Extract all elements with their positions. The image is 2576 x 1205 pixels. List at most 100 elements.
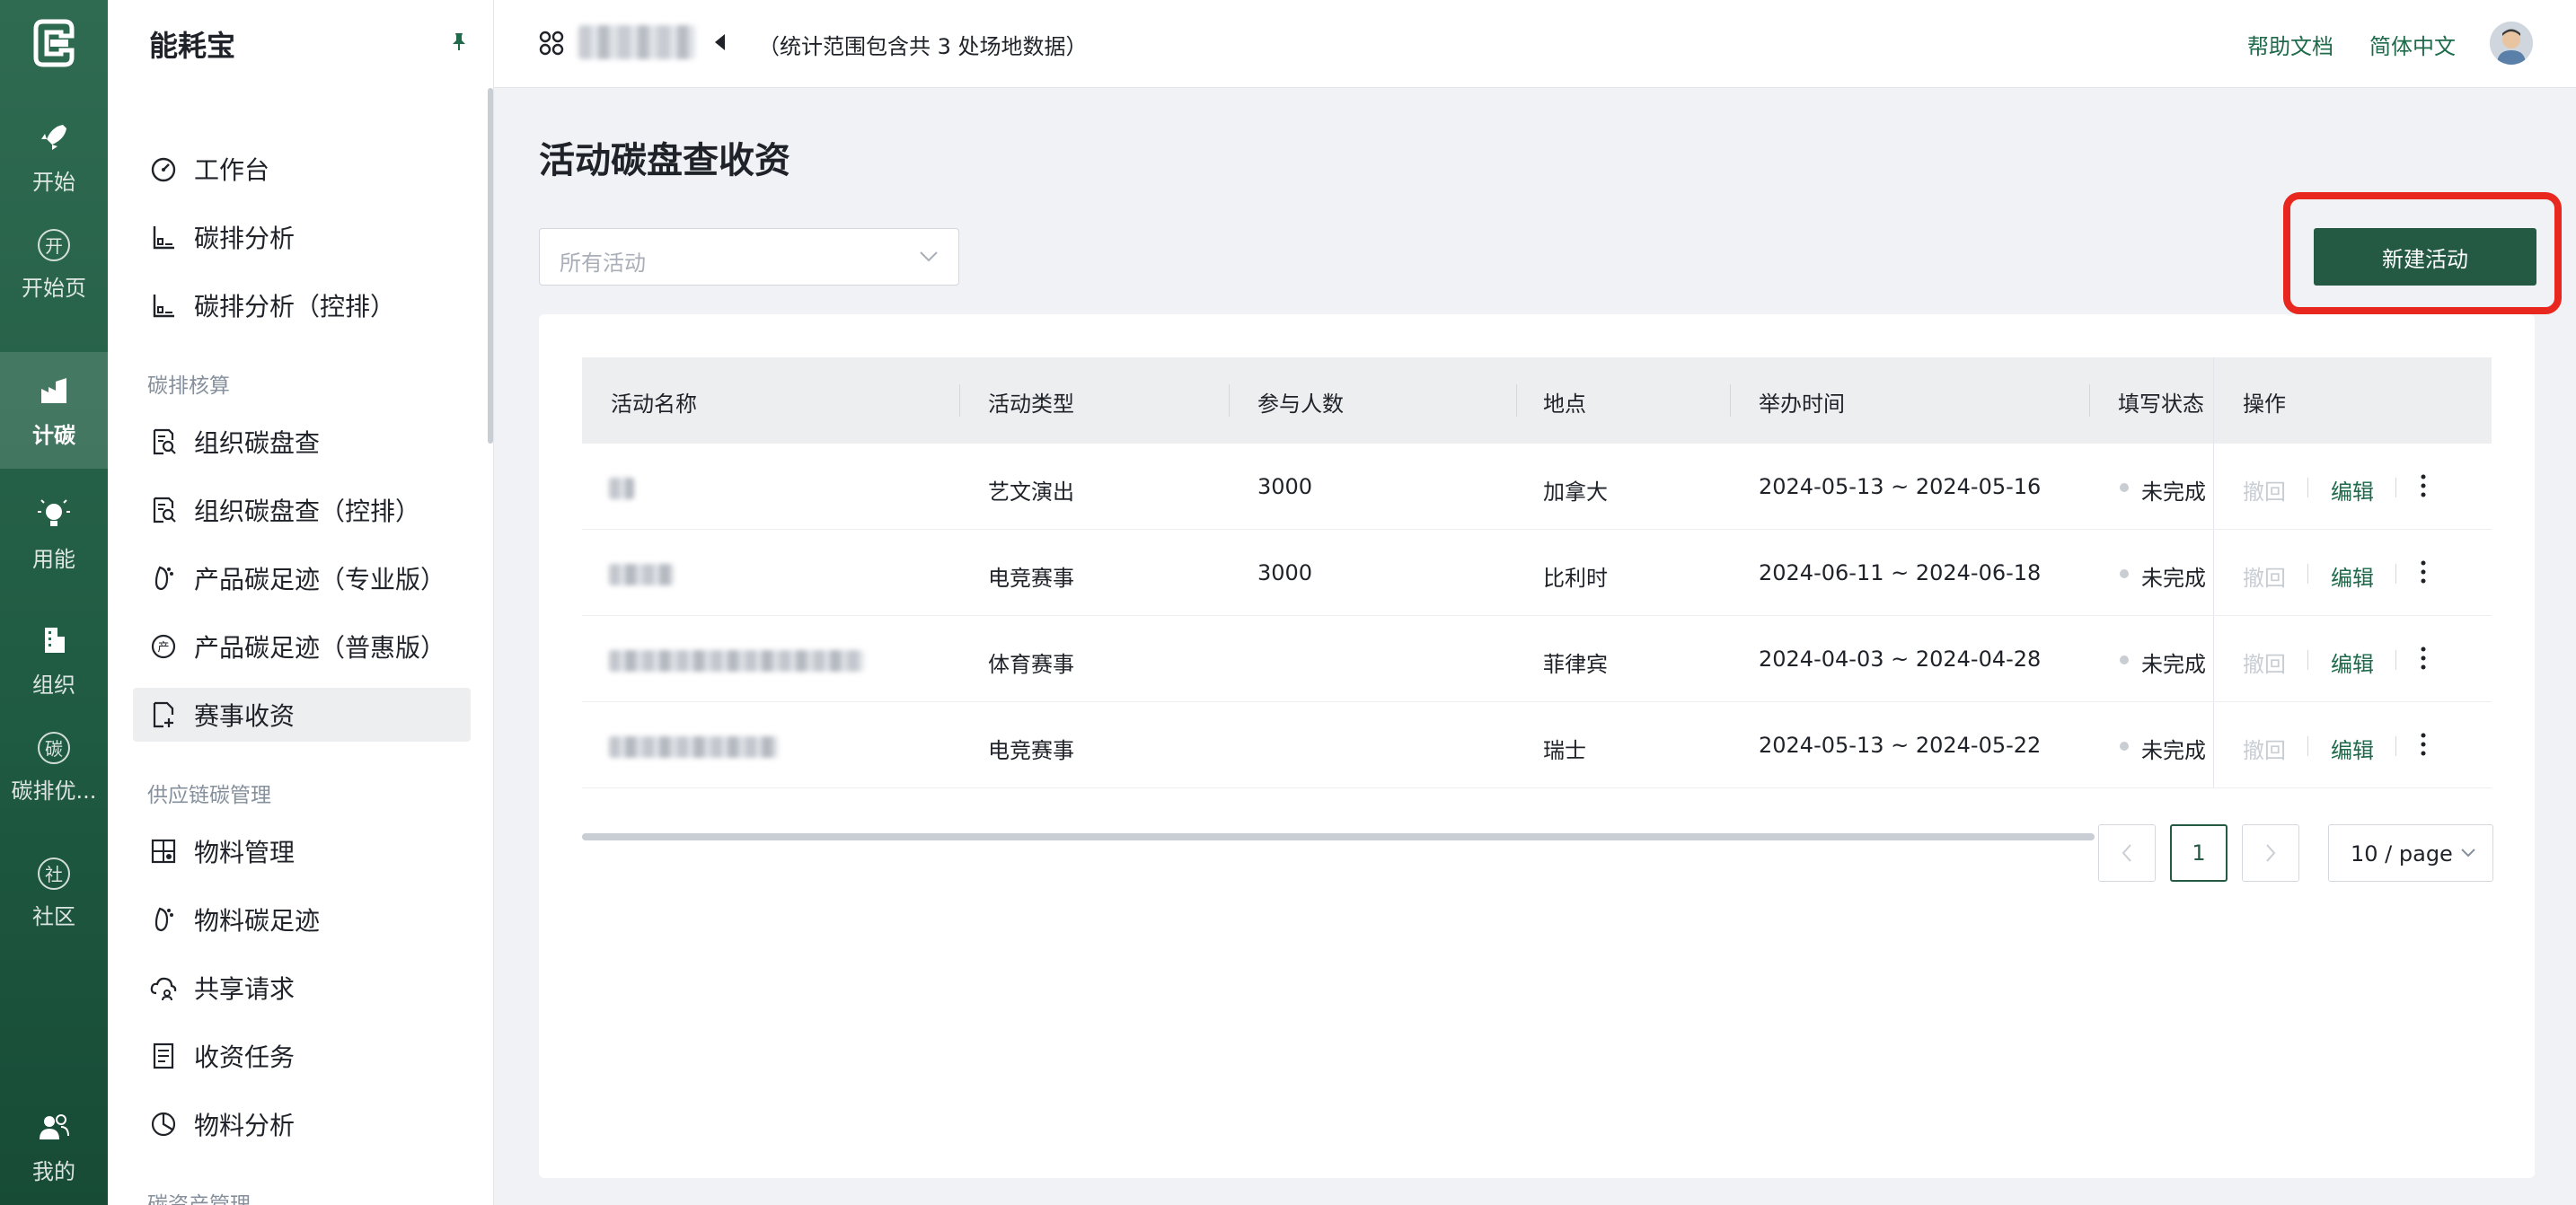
chevron-left-icon xyxy=(2122,844,2131,862)
rail-item-carbon[interactable]: 计碳 xyxy=(0,352,108,469)
language-switch[interactable]: 简体中文 xyxy=(2369,29,2456,60)
column-header: 操作 xyxy=(2243,391,2286,417)
sidebar-item-label: 产品碳足迹（普惠版） xyxy=(194,633,446,663)
app-rail: 开始 开 开始页 计碳 用能 组织 碳 碳排优... 社 社区 我的 xyxy=(0,0,108,1205)
rail-item-energy[interactable]: 用能 xyxy=(0,476,108,593)
withdraw-button[interactable]: 撤回 xyxy=(2243,474,2286,506)
product-icon: 产 xyxy=(151,634,176,659)
column-header: 参与人数 xyxy=(1257,391,1344,417)
activity-filter-select[interactable]: 所有活动 xyxy=(539,228,959,286)
sidebar-item-workbench[interactable]: 工作台 xyxy=(133,142,471,196)
page-size-select[interactable]: 10 / page xyxy=(2328,824,2493,882)
more-vertical-icon[interactable] xyxy=(2421,645,2426,672)
edit-button[interactable]: 编辑 xyxy=(2331,560,2374,592)
sidebar-item-org-inventory-control[interactable]: 组织碳盘查（控排） xyxy=(133,483,471,537)
column-divider[interactable] xyxy=(1229,384,1230,417)
rail-item-label: 用能 xyxy=(32,546,75,572)
avatar[interactable] xyxy=(2490,22,2533,65)
rail-item-label: 碳排优... xyxy=(11,778,97,804)
doc-search-icon xyxy=(153,428,176,455)
app-logo-icon[interactable] xyxy=(27,16,81,70)
column-header: 活动类型 xyxy=(988,391,1074,417)
rail-item-mine[interactable]: 我的 xyxy=(0,1088,108,1205)
activity-name-redacted[interactable] xyxy=(609,478,634,499)
more-vertical-icon[interactable] xyxy=(2421,731,2426,758)
sidebar-item-carbon-analysis-control[interactable]: 碳排分析（控排） xyxy=(133,278,471,332)
status-dot xyxy=(2120,655,2129,664)
rail-item-org[interactable]: 组织 xyxy=(0,602,108,718)
rail-item-label: 开始 xyxy=(32,169,75,195)
next-page-button[interactable] xyxy=(2242,824,2299,882)
page-number-button[interactable]: 1 xyxy=(2170,824,2228,882)
rail-item-start[interactable]: 开始 xyxy=(0,99,108,215)
prev-page-button[interactable] xyxy=(2098,824,2156,882)
sidebar-item-product-footprint-basic[interactable]: 产 产品碳足迹（普惠版） xyxy=(133,620,471,673)
edit-button[interactable]: 编辑 xyxy=(2331,474,2374,506)
sidebar-item-share-request[interactable]: 共享请求 xyxy=(133,961,471,1015)
sidebar-item-collection-task[interactable]: 收资任务 xyxy=(133,1029,471,1083)
status-dot xyxy=(2120,569,2129,578)
sidebar-item-label: 收资任务 xyxy=(194,1042,296,1072)
rail-item-startpage[interactable]: 开 开始页 xyxy=(0,207,108,323)
sidebar-item-material-footprint[interactable]: 物料碳足迹 xyxy=(133,893,471,946)
chevron-down-icon xyxy=(2461,849,2475,858)
cloud-share-icon xyxy=(150,977,177,1001)
org-selector[interactable] xyxy=(578,25,695,59)
withdraw-button[interactable]: 撤回 xyxy=(2243,646,2286,678)
column-divider[interactable] xyxy=(1516,384,1517,417)
more-vertical-icon[interactable] xyxy=(2421,472,2426,499)
withdraw-button[interactable]: 撤回 xyxy=(2243,733,2286,764)
doc-add-icon xyxy=(153,701,174,728)
edit-button[interactable]: 编辑 xyxy=(2331,646,2374,678)
column-divider[interactable] xyxy=(959,384,960,417)
task-list-icon xyxy=(153,1042,174,1069)
chevron-down-icon xyxy=(920,251,938,262)
factory-icon xyxy=(41,377,66,403)
activity-name-redacted[interactable] xyxy=(609,564,674,585)
rail-item-carbon-opt[interactable]: 碳 碳排优... xyxy=(0,709,108,826)
edit-button[interactable]: 编辑 xyxy=(2331,733,2374,764)
sidebar-scrollbar[interactable] xyxy=(488,88,493,444)
activity-name-redacted[interactable] xyxy=(609,736,778,758)
sidebar-item-label: 工作台 xyxy=(194,155,270,185)
rail-glyph-icon: 社 xyxy=(38,857,70,890)
sidebar-item-org-inventory[interactable]: 组织碳盘查 xyxy=(133,415,471,469)
column-divider[interactable] xyxy=(1730,384,1731,417)
activity-name-redacted[interactable] xyxy=(609,650,864,672)
caret-left-icon[interactable] xyxy=(715,34,725,50)
sidebar-item-event-collection[interactable]: 赛事收资 xyxy=(133,688,471,742)
cell-place: 瑞士 xyxy=(1543,738,1586,763)
fixed-action-column: 操作 xyxy=(2213,357,2492,444)
sidebar-item-carbon-analysis[interactable]: 碳排分析 xyxy=(133,210,471,264)
cell-type: 电竞赛事 xyxy=(988,566,1074,591)
sidebar-group-carbon-assets: 碳资产管理 xyxy=(147,1193,251,1205)
row-actions: 撤回 编辑 xyxy=(2213,444,2492,529)
top-bar: （统计范围包含共 3 处场地数据） 帮助文档 简体中文 xyxy=(494,0,2576,88)
withdraw-button[interactable]: 撤回 xyxy=(2243,560,2286,592)
sidebar-group-supply-chain: 供应链碳管理 xyxy=(147,784,271,807)
bulb-icon xyxy=(38,498,70,526)
help-docs-link[interactable]: 帮助文档 xyxy=(2247,29,2333,60)
new-activity-button[interactable]: 新建活动 xyxy=(2314,228,2536,286)
sidebar-item-material-analysis[interactable]: 物料分析 xyxy=(133,1097,471,1151)
table-horizontal-scrollbar[interactable] xyxy=(582,833,2095,840)
column-header: 地点 xyxy=(1543,391,1586,417)
doc-search-icon xyxy=(153,497,176,523)
sidebar: 能耗宝 工作台 碳排分析 碳排分析（控排） 碳排核算 组织碳盘查 组织碳盘查（控… xyxy=(108,0,494,1205)
cell-status: 未完成 xyxy=(2141,738,2206,763)
rail-glyph-icon: 开 xyxy=(38,228,70,261)
table-row: 电竞赛事 瑞士 2024-05-13 ~ 2024-05-22 未完成 撤回 编… xyxy=(582,702,2492,788)
more-vertical-icon[interactable] xyxy=(2421,559,2426,585)
sidebar-item-material-management[interactable]: 物料管理 xyxy=(133,824,471,878)
cell-people: 3000 xyxy=(1257,474,1313,499)
apps-grid-icon[interactable] xyxy=(537,29,566,57)
sidebar-item-label: 物料分析 xyxy=(194,1111,296,1140)
rail-item-community[interactable]: 社 社区 xyxy=(0,835,108,952)
column-divider[interactable] xyxy=(2089,384,2090,417)
chevron-right-icon xyxy=(2266,844,2276,862)
pin-icon[interactable] xyxy=(448,31,470,52)
sidebar-item-product-footprint-pro[interactable]: 产品碳足迹（专业版） xyxy=(133,551,471,605)
rail-glyph-icon: 碳 xyxy=(38,731,70,764)
page-size-value: 10 / page xyxy=(2351,841,2453,866)
sidebar-item-label: 物料碳足迹 xyxy=(194,906,321,936)
